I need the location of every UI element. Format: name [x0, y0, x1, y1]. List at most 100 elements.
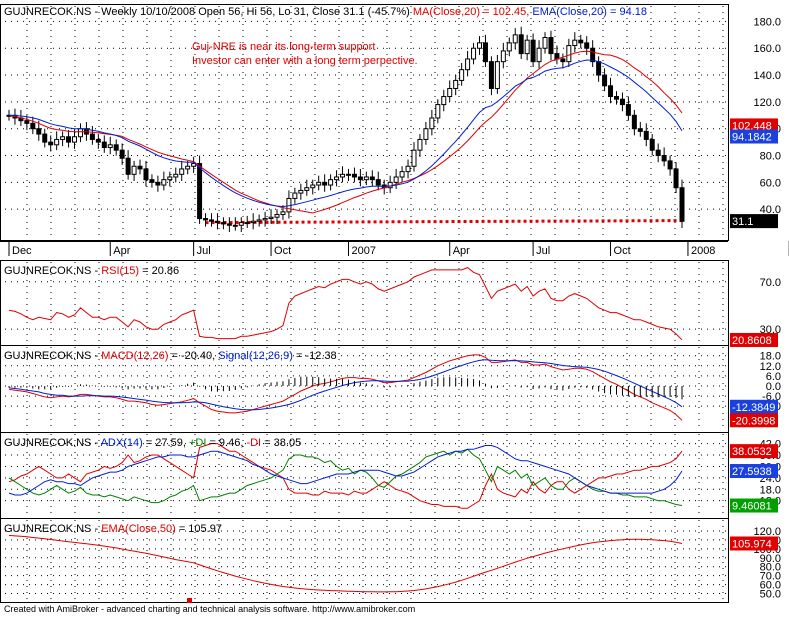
pane-title-part: ADX(14)	[101, 437, 143, 449]
candle-body	[30, 122, 36, 130]
value-box-label: 31.1	[732, 216, 753, 228]
value-box-label: 27.5938	[732, 466, 772, 478]
y-tick-label: 140.0	[753, 70, 781, 82]
value-box-label: 94.1842	[732, 132, 772, 144]
candle-body	[137, 165, 143, 170]
candle-body	[161, 179, 167, 186]
mdi-line	[8, 443, 683, 509]
candle-body	[143, 168, 149, 181]
pane-title-part: = 38.05	[261, 437, 301, 449]
candle-body	[36, 128, 42, 135]
candle-body	[613, 96, 619, 100]
candle-body	[197, 163, 203, 220]
candle-body	[298, 189, 304, 194]
signal-line	[8, 359, 683, 411]
pane-title-part: GUJNRECOK.NS -	[4, 437, 101, 449]
candle-body	[238, 222, 244, 226]
annotation-line-2: Investor can enter with a long term perp…	[192, 55, 418, 67]
y-tick-label: 18.0	[760, 351, 781, 363]
price-title-main: GUJNRECOK.NS - Weekly 10/10/2008 Open 56…	[4, 6, 413, 18]
candle-body	[661, 155, 667, 162]
pane-title-part: = 20.86	[139, 265, 179, 277]
candle-body	[393, 176, 399, 183]
x-tick-label: Oct	[614, 245, 631, 257]
x-tick-label: Dec	[12, 245, 32, 257]
candle-body	[95, 138, 101, 143]
indicator-pane-4[interactable]: 50.060.070.080.090.0100.0110.0120.0105.9…	[0, 518, 782, 603]
candle-body	[512, 34, 518, 44]
adx-line	[8, 445, 683, 496]
y-tick-label: 120.0	[753, 97, 781, 109]
candle-body	[518, 34, 524, 55]
candle-body	[655, 149, 661, 157]
candle-body	[566, 45, 572, 63]
candle-body	[625, 104, 631, 116]
candle-body	[679, 187, 685, 222]
candle-body	[304, 187, 310, 191]
candle-body	[48, 141, 54, 146]
candle-body	[357, 176, 363, 181]
candle-body	[465, 58, 471, 71]
indicator-pane-3[interactable]: 12.018.024.030.036.042.038.053227.59389.…	[0, 432, 782, 519]
pane-title: GUJNRECOK.NS - ADX(14) = 27.59, +DI = 9.…	[4, 437, 301, 449]
candle-body	[125, 157, 131, 175]
candle-body	[214, 220, 220, 224]
x-tick-label: Apr	[453, 245, 470, 257]
candle-body	[405, 165, 411, 173]
value-box-label: 9.46081	[732, 501, 772, 513]
price-title: GUJNRECOK.NS - Weekly 10/10/2008 Open 56…	[4, 6, 647, 18]
candle-body	[673, 168, 679, 189]
x-tick-label: Oct	[274, 245, 291, 257]
candle-body	[369, 176, 375, 181]
pane-title-part: = -20.40,	[168, 350, 218, 362]
candle-body	[107, 144, 113, 148]
value-box-label: 38.0532	[732, 446, 772, 458]
candle-body	[435, 104, 441, 119]
pane-title-part: EMA(Close,50)	[101, 523, 176, 535]
candle-body	[619, 98, 625, 106]
x-axis: DecAprJulOct2007AprJulOct2008AprJulOct	[0, 241, 789, 257]
candle-body	[667, 160, 673, 170]
x-tick-label: 2007	[351, 245, 375, 257]
value-box-label: -20.3998	[732, 415, 775, 427]
y-tick-label: 80.0	[760, 151, 781, 163]
y-tick-label: 180.0	[753, 16, 781, 28]
pane-title: GUJNRECOK.NS - RSI(15) = 20.86	[4, 265, 179, 277]
x-tick-label: Jul	[536, 245, 550, 257]
value-box-label: 105.974	[732, 538, 772, 550]
pane-title-part: = -12.38	[293, 350, 337, 362]
candle-body	[66, 136, 72, 143]
chart-canvas[interactable]: 40.060.080.0100.0120.0140.0160.0180.0102…	[0, 0, 789, 618]
candle-body	[232, 224, 238, 227]
candle-body	[500, 50, 506, 63]
ema20-line	[8, 59, 683, 208]
candle-body	[459, 69, 465, 81]
candle-body	[54, 138, 60, 146]
pane-title-part: = 27.59,	[143, 437, 189, 449]
candle-body	[643, 130, 649, 140]
candle-body	[24, 120, 30, 124]
candle-body	[542, 37, 548, 49]
candle-body	[77, 128, 83, 138]
candle-body	[340, 173, 346, 178]
candle-body	[524, 39, 530, 55]
candle-body	[631, 114, 637, 130]
y-tick-label: 120.0	[753, 526, 781, 538]
candle-body	[578, 39, 584, 44]
footer-credit: Created with AmiBroker - advanced charti…	[4, 604, 416, 614]
candle-body	[256, 219, 262, 222]
candle-body	[268, 216, 274, 220]
candle-body	[447, 87, 453, 98]
candle-body	[328, 179, 334, 186]
pane-title-part: Signal(12,26,9)	[218, 350, 293, 362]
candle-body	[179, 168, 185, 175]
y-tick-label: 160.0	[753, 43, 781, 55]
indicator-pane-1[interactable]: 30.070.020.8608GUJNRECOK.NS - RSI(15) = …	[0, 260, 782, 347]
candle-body	[584, 42, 590, 49]
pane-title-part: = 105.97	[176, 523, 222, 535]
price-pane[interactable]: 40.060.080.0100.0120.0140.0160.0180.0102…	[0, 4, 782, 241]
y-tick-label: 18.0	[760, 484, 781, 496]
pane-title-part: MACD(12,26)	[101, 350, 168, 362]
indicator-pane-2[interactable]: -12.0-6.00.06.012.018.0-12.3849-20.3998G…	[0, 345, 782, 433]
annotation-line-1: Guj-NRE is near its long-term support	[192, 41, 375, 53]
